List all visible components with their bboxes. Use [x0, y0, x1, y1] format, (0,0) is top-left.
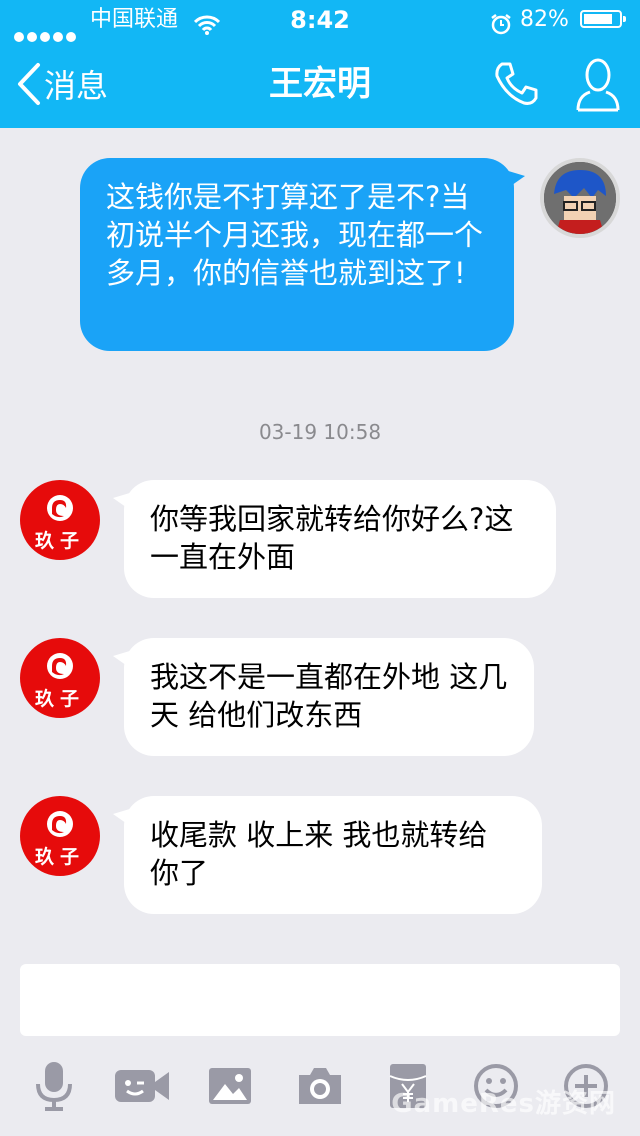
contact-profile-button[interactable]	[574, 56, 622, 116]
image-icon	[209, 1068, 251, 1104]
message-bubble-received[interactable]: 收尾款 收上来 我也就转给你了	[113, 796, 542, 914]
video-icon	[115, 1070, 169, 1102]
cartoon-avatar-image	[544, 162, 616, 234]
phone-icon	[495, 62, 538, 105]
message-bubble-sent[interactable]: 这钱你是不打算还了是不?当初说半个月还我，现在都一个多月，你的信誉也就到这了!	[80, 158, 525, 351]
chevron-left-icon	[18, 63, 40, 105]
video-button[interactable]	[110, 1056, 174, 1116]
voice-button[interactable]	[22, 1056, 86, 1116]
avatar-brand-text: 玖子	[34, 846, 85, 868]
swan-logo-icon	[47, 653, 73, 679]
phone-call-button[interactable]	[492, 60, 540, 112]
back-button[interactable]: 消息	[16, 58, 108, 110]
contact-avatar[interactable]: 玖子	[20, 796, 100, 876]
battery-icon	[580, 10, 626, 28]
camera-button[interactable]	[288, 1056, 352, 1116]
avatar-brand-text: 玖子	[34, 688, 85, 710]
person-icon	[576, 58, 620, 112]
swan-logo-icon	[47, 495, 73, 521]
message-bubble-received[interactable]: 我这不是一直都在外地 这几天 给他们改东西	[113, 638, 534, 756]
battery-fill	[584, 14, 612, 24]
message-bubble-received[interactable]: 你等我回家就转给你好么?这一直在外面	[113, 480, 556, 598]
battery-percentage: 82%	[520, 7, 569, 32]
avatar-brand-text: 玖子	[34, 530, 85, 552]
message-list[interactable]: 这钱你是不打算还了是不?当初说半个月还我，现在都一个多月，你的信誉也就到这了! …	[0, 128, 640, 950]
my-avatar[interactable]	[540, 158, 620, 238]
nav-bar: 消息 王宏明	[0, 40, 640, 128]
watermark: GameRes游资网	[391, 1089, 616, 1119]
contact-avatar[interactable]: 玖子	[20, 480, 100, 560]
camera-icon	[299, 1068, 341, 1104]
input-toolbar: GameRes游资网	[0, 1056, 640, 1136]
image-button[interactable]	[198, 1056, 262, 1116]
mic-icon	[36, 1062, 72, 1111]
message-input[interactable]	[20, 964, 620, 1036]
contact-avatar[interactable]: 玖子	[20, 638, 100, 718]
app-header: 中国联通 8:42 82% 消息 王宏明	[0, 0, 640, 128]
back-label: 消息	[44, 67, 109, 105]
message-timestamp: 03-19 10:58	[258, 420, 382, 444]
status-bar: 中国联通 8:42 82%	[0, 0, 640, 42]
swan-logo-icon	[47, 811, 73, 837]
